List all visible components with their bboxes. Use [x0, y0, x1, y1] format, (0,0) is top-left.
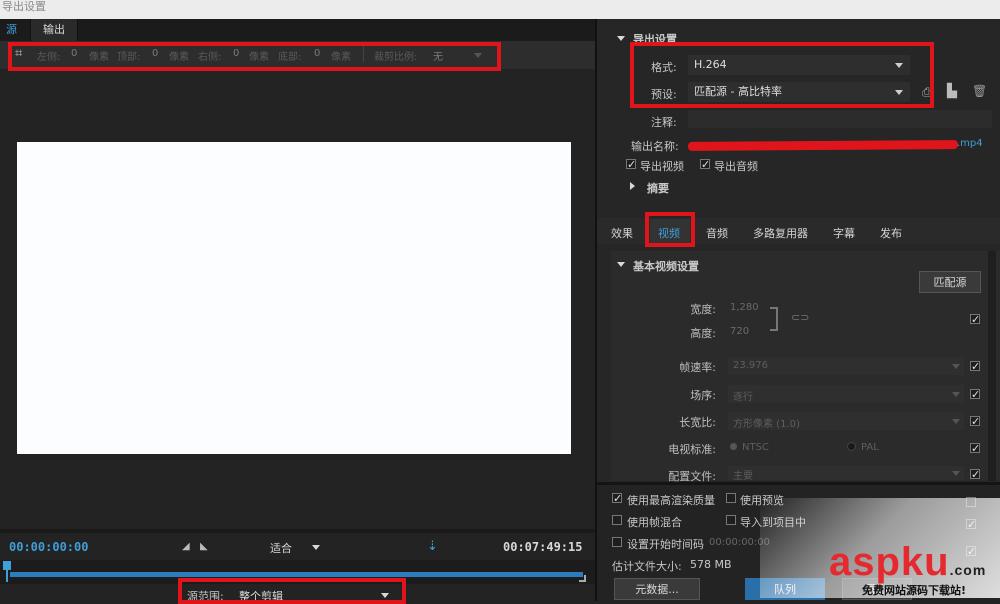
height-value[interactable]: 720 [730, 326, 749, 337]
timecode-start[interactable]: 00:00:00:00 [9, 540, 88, 554]
export-video-checkbox[interactable]: ✓ [626, 159, 636, 170]
export-video-label: 导出视频 [640, 160, 684, 173]
start-timecode-label: 设置开始时间码 [627, 538, 704, 551]
video-section-title: 基本视频设置 [633, 260, 699, 273]
watermark-tagline: 免费网站源码下载站! [862, 584, 967, 597]
source-tabbar [0, 19, 595, 41]
watermark-tld: .com [949, 562, 987, 578]
pal-radio[interactable] [847, 442, 856, 451]
frame-blending-checkbox[interactable] [612, 515, 622, 525]
tab-publish[interactable]: 发布 [880, 225, 902, 241]
height-label: 高度: [690, 327, 716, 340]
width-label: 宽度: [690, 303, 716, 316]
metadata-button[interactable]: 元数据... [614, 578, 700, 600]
tab-audio[interactable]: 音频 [706, 225, 728, 241]
field-order-label: 场序: [690, 389, 716, 402]
framerate-chevron-icon[interactable] [952, 364, 960, 369]
delete-preset-icon[interactable]: 🗑 [972, 84, 987, 98]
timecode-end: 00:07:49:15 [503, 540, 583, 554]
summary-label[interactable]: 摘要 [647, 180, 669, 196]
video-settings-scrollbar[interactable] [988, 251, 996, 481]
timeline-divider [0, 529, 595, 533]
ntsc-label: NTSC [742, 442, 769, 453]
tab-source[interactable]: 源 [6, 19, 17, 41]
dimension-bracket [770, 307, 778, 331]
max-render-quality-label: 使用最高渲染质量 [627, 494, 715, 507]
field-order-select[interactable] [728, 385, 964, 403]
tab-captions[interactable]: 字幕 [833, 225, 855, 241]
comment-field[interactable] [688, 110, 992, 128]
field-order-chevron-icon[interactable] [952, 392, 960, 397]
fit-chevron-icon[interactable] [312, 545, 320, 550]
output-name-redaction [687, 140, 959, 151]
summary-expand-icon[interactable] [630, 182, 635, 190]
width-value[interactable]: 1,280 [730, 302, 759, 313]
profile-checkbox[interactable]: ✓ [970, 469, 980, 480]
metadata-button-label: 元数据... [635, 583, 679, 596]
use-previews-checkbox[interactable] [726, 493, 736, 503]
video-preview [17, 142, 571, 454]
frame-blending-label: 使用帧混合 [627, 516, 682, 529]
tab-multiplexer[interactable]: 多路复用器 [753, 225, 808, 241]
highlight-format-preset [630, 42, 934, 108]
output-name-link[interactable]: .mp4 [957, 138, 983, 149]
tv-standard-checkbox[interactable]: ✓ [970, 443, 980, 454]
comment-label: 注释: [651, 116, 677, 129]
highlight-crop-toolbar [8, 42, 501, 71]
playhead-line [6, 569, 8, 582]
aspect-value: 方形像素 (1.0) [733, 419, 800, 430]
aspect-chevron-icon[interactable] [952, 419, 960, 424]
framerate-value: 23.976 [733, 360, 768, 371]
output-name-label: 输出名称: [631, 140, 679, 153]
estimated-size-value: 578 MB [690, 558, 732, 571]
width-height-checkbox[interactable]: ✓ [970, 314, 980, 325]
match-source-label: 匹配源 [933, 276, 967, 289]
tv-standard-label: 电视标准: [668, 443, 716, 456]
profile-select[interactable] [728, 466, 964, 480]
pal-label: PAL [861, 442, 879, 453]
bottom-divider [597, 482, 1000, 485]
estimated-size-label: 估计文件大小: [612, 560, 682, 573]
highlight-video-tab [645, 212, 695, 247]
export-audio-checkbox[interactable]: ✓ [700, 159, 710, 170]
start-timecode-checkbox[interactable] [612, 537, 622, 547]
import-project-checkbox[interactable] [726, 515, 736, 525]
mark-in-icon[interactable]: ◢ [182, 541, 190, 552]
field-order-checkbox[interactable]: ✓ [970, 389, 980, 400]
out-point-icon[interactable] [579, 575, 586, 582]
collapse-video-icon[interactable] [617, 262, 625, 267]
tab-effects[interactable]: 效果 [611, 225, 633, 241]
aspect-checkbox[interactable]: ✓ [970, 416, 980, 427]
export-audio-label: 导出音频 [714, 160, 758, 173]
ntsc-radio[interactable] [730, 443, 737, 450]
aspect-label: 长宽比: [679, 416, 716, 429]
max-render-quality-checkbox[interactable]: ✓ [612, 493, 622, 504]
framerate-checkbox[interactable]: ✓ [970, 361, 980, 372]
framerate-label: 帧速率: [679, 361, 716, 374]
import-preset-icon[interactable]: ▙ [947, 84, 957, 99]
tab-output[interactable]: 输出 [43, 19, 65, 41]
fit-dropdown[interactable]: 适合 [270, 540, 292, 556]
match-source-button[interactable]: 匹配源 [919, 271, 981, 293]
timeline-track[interactable] [10, 572, 583, 577]
fit-to-frame-icon[interactable]: ⇣ [427, 539, 438, 554]
window-title: 导出设置 [0, 0, 1000, 19]
mark-out-icon[interactable]: ◣ [200, 541, 208, 552]
collapse-export-icon[interactable] [617, 36, 625, 41]
link-icon[interactable]: ⊂⊃ [791, 311, 809, 324]
field-order-value: 逐行 [733, 392, 753, 403]
watermark-brand: aspku [829, 540, 950, 584]
highlight-source-range [178, 578, 406, 604]
profile-chevron-icon[interactable] [952, 471, 960, 476]
profile-value: 主要 [733, 471, 753, 482]
